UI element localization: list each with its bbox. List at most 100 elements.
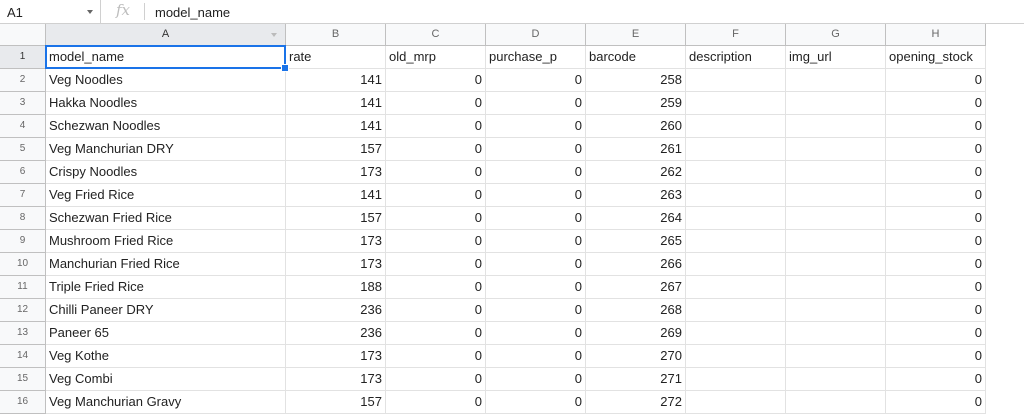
table-cell[interactable]: 0 [486, 92, 586, 115]
table-cell[interactable]: 0 [486, 299, 586, 322]
table-cell[interactable]: 258 [586, 69, 686, 92]
table-cell[interactable] [786, 69, 886, 92]
row-header-13[interactable]: 13 [0, 322, 46, 345]
table-cell[interactable]: 0 [886, 345, 986, 368]
cell-header-f[interactable]: description [686, 46, 786, 69]
table-cell[interactable]: Schezwan Noodles [46, 115, 286, 138]
table-cell[interactable] [786, 92, 886, 115]
table-cell[interactable]: 173 [286, 345, 386, 368]
table-cell[interactable]: 236 [286, 299, 386, 322]
table-cell[interactable]: 0 [386, 92, 486, 115]
table-cell[interactable]: 0 [386, 276, 486, 299]
table-cell[interactable]: 188 [286, 276, 386, 299]
table-cell[interactable]: 271 [586, 368, 686, 391]
table-cell[interactable]: 0 [886, 115, 986, 138]
table-cell[interactable]: 0 [486, 368, 586, 391]
table-cell[interactable]: 0 [386, 368, 486, 391]
table-cell[interactable]: 265 [586, 230, 686, 253]
table-cell[interactable]: Veg Noodles [46, 69, 286, 92]
table-cell[interactable]: 236 [286, 322, 386, 345]
table-cell[interactable]: 0 [886, 299, 986, 322]
cell-header-d[interactable]: purchase_p [486, 46, 586, 69]
table-cell[interactable]: 0 [886, 391, 986, 414]
table-cell[interactable]: 141 [286, 115, 386, 138]
table-cell[interactable]: 0 [886, 161, 986, 184]
table-cell[interactable]: 0 [386, 69, 486, 92]
table-cell[interactable]: 264 [586, 207, 686, 230]
chevron-down-icon[interactable] [271, 33, 277, 37]
table-cell[interactable] [786, 184, 886, 207]
table-cell[interactable] [686, 253, 786, 276]
table-cell[interactable]: 0 [486, 391, 586, 414]
table-cell[interactable]: Hakka Noodles [46, 92, 286, 115]
table-cell[interactable] [686, 368, 786, 391]
table-cell[interactable]: 0 [886, 276, 986, 299]
table-cell[interactable]: 0 [486, 345, 586, 368]
table-cell[interactable]: 0 [386, 138, 486, 161]
row-header-3[interactable]: 3 [0, 92, 46, 115]
column-header-c[interactable]: C [386, 24, 486, 46]
table-cell[interactable] [686, 92, 786, 115]
table-cell[interactable]: 0 [386, 184, 486, 207]
table-cell[interactable]: 173 [286, 230, 386, 253]
table-cell[interactable]: 157 [286, 138, 386, 161]
table-cell[interactable]: 0 [386, 207, 486, 230]
table-cell[interactable]: 0 [386, 115, 486, 138]
table-cell[interactable] [686, 69, 786, 92]
table-cell[interactable]: 141 [286, 92, 386, 115]
table-cell[interactable]: 0 [386, 391, 486, 414]
table-cell[interactable]: 0 [886, 184, 986, 207]
table-cell[interactable] [786, 115, 886, 138]
table-cell[interactable] [686, 138, 786, 161]
table-cell[interactable]: 259 [586, 92, 686, 115]
table-cell[interactable]: 0 [386, 230, 486, 253]
table-cell[interactable]: 0 [886, 138, 986, 161]
row-header-14[interactable]: 14 [0, 345, 46, 368]
row-header-5[interactable]: 5 [0, 138, 46, 161]
table-cell[interactable]: 270 [586, 345, 686, 368]
table-cell[interactable]: 0 [486, 184, 586, 207]
table-cell[interactable] [686, 391, 786, 414]
table-cell[interactable] [686, 115, 786, 138]
table-cell[interactable]: 263 [586, 184, 686, 207]
table-cell[interactable]: 0 [386, 299, 486, 322]
row-header-4[interactable]: 4 [0, 115, 46, 138]
table-cell[interactable] [786, 322, 886, 345]
table-cell[interactable] [786, 138, 886, 161]
table-cell[interactable]: 0 [486, 161, 586, 184]
table-cell[interactable]: 0 [486, 69, 586, 92]
table-cell[interactable]: 268 [586, 299, 686, 322]
column-header-b[interactable]: B [286, 24, 386, 46]
column-header-g[interactable]: G [786, 24, 886, 46]
table-cell[interactable] [786, 161, 886, 184]
cell-header-a[interactable]: model_name [46, 46, 286, 69]
table-cell[interactable]: 0 [486, 207, 586, 230]
cell-header-g[interactable]: img_url [786, 46, 886, 69]
table-cell[interactable] [786, 299, 886, 322]
row-header-6[interactable]: 6 [0, 161, 46, 184]
table-cell[interactable]: 0 [486, 276, 586, 299]
table-cell[interactable]: 261 [586, 138, 686, 161]
table-cell[interactable]: 173 [286, 368, 386, 391]
table-cell[interactable]: 141 [286, 184, 386, 207]
table-cell[interactable]: 0 [386, 322, 486, 345]
row-header-16[interactable]: 16 [0, 391, 46, 414]
table-cell[interactable]: 0 [886, 92, 986, 115]
row-header-9[interactable]: 9 [0, 230, 46, 253]
chevron-down-icon[interactable] [87, 10, 93, 14]
table-cell[interactable]: 173 [286, 253, 386, 276]
table-cell[interactable]: 267 [586, 276, 686, 299]
table-cell[interactable] [686, 299, 786, 322]
table-cell[interactable]: 0 [886, 253, 986, 276]
table-cell[interactable]: 0 [886, 207, 986, 230]
table-cell[interactable]: Veg Manchurian Gravy [46, 391, 286, 414]
table-cell[interactable]: Veg Manchurian DRY [46, 138, 286, 161]
cell-header-h[interactable]: opening_stock [886, 46, 986, 69]
select-all-corner[interactable] [0, 24, 46, 46]
row-header-12[interactable]: 12 [0, 299, 46, 322]
table-cell[interactable]: 0 [386, 161, 486, 184]
table-cell[interactable] [686, 345, 786, 368]
table-cell[interactable]: Veg Combi [46, 368, 286, 391]
table-cell[interactable]: 0 [486, 138, 586, 161]
column-header-f[interactable]: F [686, 24, 786, 46]
